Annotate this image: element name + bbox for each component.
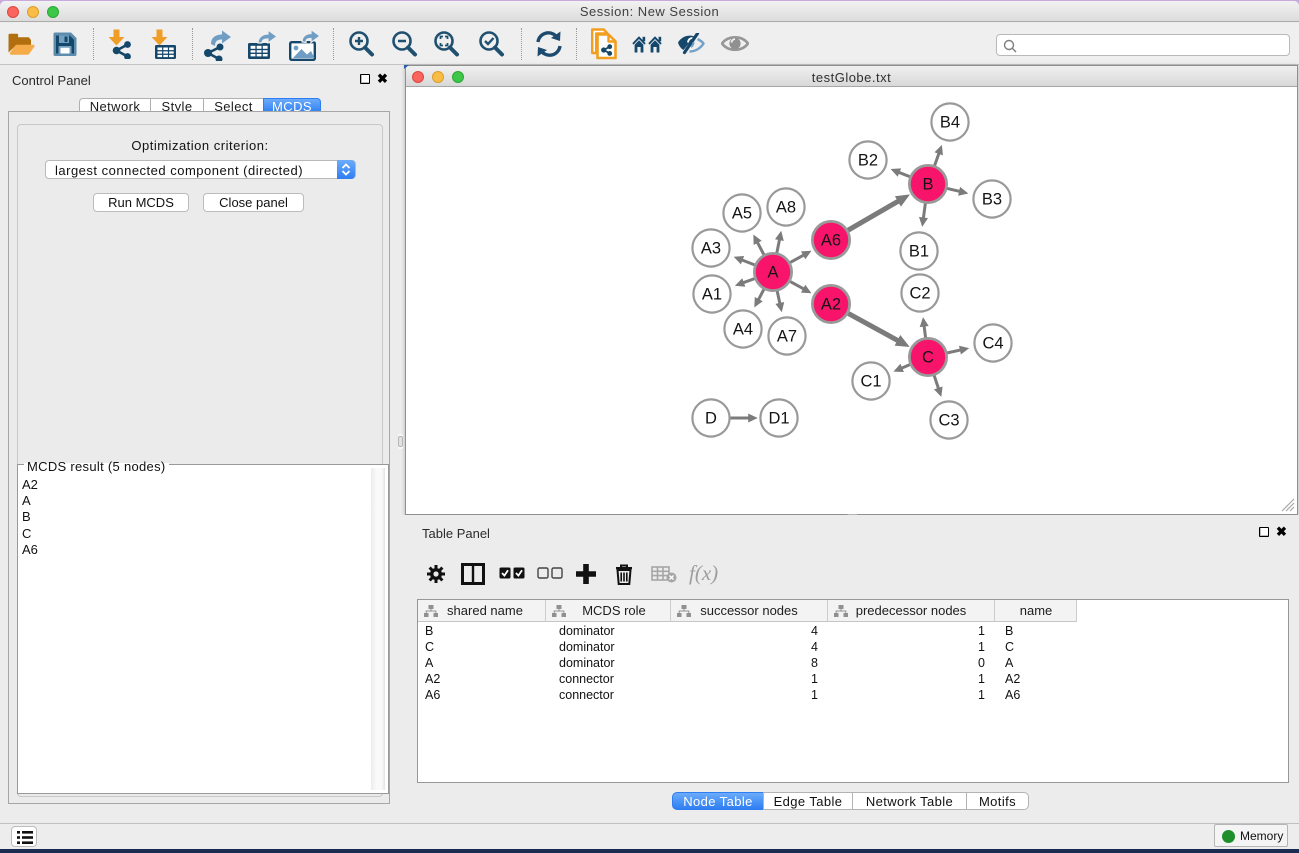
svg-text:C4: C4 [982, 335, 1003, 353]
svg-text:A4: A4 [733, 321, 753, 339]
svg-text:A1: A1 [702, 286, 722, 304]
svg-text:D: D [705, 410, 717, 428]
svg-text:B3: B3 [982, 191, 1002, 209]
svg-text:B2: B2 [858, 152, 878, 170]
svg-text:D1: D1 [768, 410, 789, 428]
svg-text:C2: C2 [909, 285, 930, 303]
svg-text:B4: B4 [940, 114, 960, 132]
svg-text:A8: A8 [776, 199, 796, 217]
svg-text:A5: A5 [732, 205, 752, 223]
svg-text:C3: C3 [938, 412, 959, 430]
svg-text:A2: A2 [821, 296, 841, 314]
svg-text:B: B [922, 176, 933, 194]
svg-text:A6: A6 [821, 232, 841, 250]
svg-text:C1: C1 [860, 373, 881, 391]
svg-text:B1: B1 [909, 243, 929, 261]
svg-text:A: A [767, 264, 778, 282]
svg-text:A7: A7 [777, 328, 797, 346]
svg-text:C: C [922, 349, 934, 367]
svg-text:A3: A3 [701, 240, 721, 258]
